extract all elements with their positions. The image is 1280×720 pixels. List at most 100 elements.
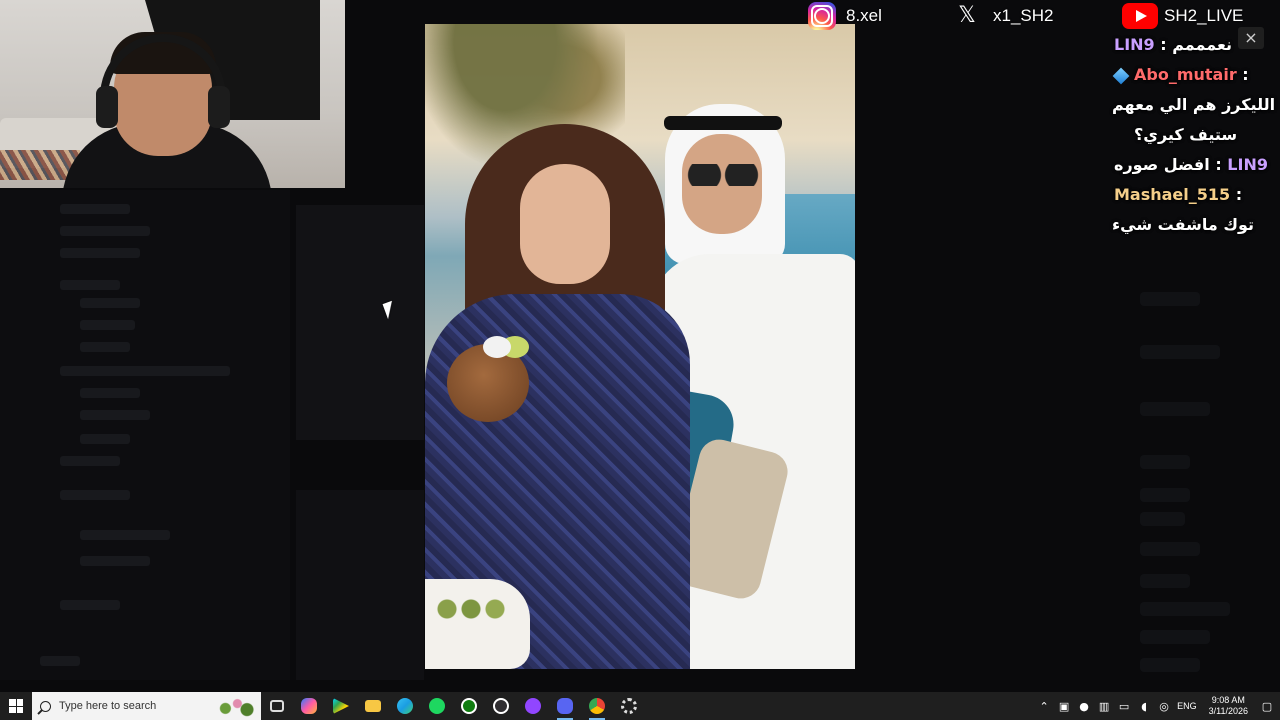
chrome-icon[interactable] [581, 692, 613, 720]
opened-photo[interactable] [425, 24, 855, 669]
battery-icon[interactable]: ▭ [1117, 700, 1131, 713]
chat-username: LIN9 [1227, 155, 1268, 174]
youtube-handle: SH2_LIVE [1164, 6, 1244, 25]
bg-channel-row [80, 388, 140, 398]
sunglasses-icon [686, 164, 760, 186]
discord-icon[interactable] [549, 692, 581, 720]
clock-date: 3/11/2026 [1208, 706, 1248, 716]
microphone-icon[interactable]: ● [1077, 700, 1091, 713]
play-store-icon[interactable] [325, 692, 357, 720]
bg-channel-row [60, 248, 140, 258]
bg-user-row [40, 656, 80, 666]
taskbar-search-box[interactable]: Type here to search [32, 692, 261, 720]
bg-member-row [1140, 512, 1185, 526]
instagram-handle: 8.xel [846, 6, 882, 25]
live-chat: LIN9 : نعمممم Abo_mutair : الليكرز هم ال… [1104, 30, 1280, 240]
bg-member-row [1140, 345, 1220, 359]
bg-channel-row [80, 556, 150, 566]
clock-time: 9:08 AM [1211, 695, 1245, 705]
settings-icon[interactable] [613, 692, 645, 720]
bg-channel-row [80, 434, 130, 444]
xbox-icon[interactable] [453, 692, 485, 720]
search-icon [40, 700, 51, 712]
search-placeholder: Type here to search [59, 700, 157, 712]
bg-member-row [1140, 542, 1200, 556]
chat-username: Abo_mutair [1134, 65, 1237, 84]
edge-icon[interactable] [389, 692, 421, 720]
chat-text: الليكرز هم الي معهم [1112, 95, 1276, 114]
bg-channel-row [60, 490, 130, 500]
task-view-icon[interactable] [261, 692, 293, 720]
bg-channel-row [80, 410, 150, 420]
search-highlight-icon [211, 694, 259, 718]
notifications-icon[interactable]: ▢ [1260, 700, 1274, 713]
sync-icon[interactable]: ◎ [1157, 700, 1171, 713]
usb-icon[interactable]: ▣ [1057, 700, 1071, 713]
bg-member-row [1140, 658, 1200, 672]
bg-member-row [1140, 488, 1190, 502]
chat-separator: : [1242, 65, 1249, 84]
bg-channel-row [60, 600, 120, 610]
chat-username: LIN9 [1114, 35, 1155, 54]
bg-channel-row [80, 530, 170, 540]
instagram-icon [808, 2, 836, 30]
taskbar-clock[interactable]: 9:08 AM 3/11/2026 [1203, 695, 1254, 717]
start-button[interactable] [0, 692, 32, 720]
bg-channel-row [80, 342, 130, 352]
background-sidebar [0, 190, 290, 680]
chat-username: Mashael_515 [1114, 185, 1231, 204]
bg-member-row [1140, 630, 1210, 644]
bg-member-row [1140, 402, 1210, 416]
bowl-shape [425, 579, 530, 669]
language-indicator[interactable]: ENG [1177, 701, 1197, 711]
background-image-preview [296, 205, 424, 440]
instagram-handle-overlay: 8.xel [808, 2, 882, 30]
olives-shape [435, 594, 515, 624]
x-logo-icon: 𝕏 [958, 3, 976, 28]
stream-screen: 8.xel 𝕏 x1_SH2 SH2_LIVE × LIN9 : نعمممم … [0, 0, 1280, 720]
file-explorer-icon[interactable] [357, 692, 389, 720]
chat-text: توك ماشفت شيء [1112, 215, 1255, 234]
chat-message: Mashael_515 : [1104, 180, 1280, 210]
bg-channel-row [80, 320, 135, 330]
bg-channel-row [60, 204, 130, 214]
flower-garnish-icon [483, 336, 511, 358]
bg-channel-row [80, 298, 140, 308]
network-icon[interactable]: ▥ [1097, 700, 1111, 713]
headset-earcup [208, 86, 230, 128]
bg-channel-row [60, 366, 230, 376]
cube-icon [1112, 67, 1130, 84]
twitch-icon[interactable] [517, 692, 549, 720]
bg-channel-row [60, 226, 150, 236]
chat-text: نعمممم [1172, 35, 1232, 54]
youtube-icon [1122, 3, 1158, 29]
chat-text: افضل صوره [1114, 155, 1210, 174]
chat-separator: : [1160, 35, 1167, 54]
x-handle-overlay: 𝕏 x1_SH2 [955, 2, 1053, 30]
spotify-icon[interactable] [421, 692, 453, 720]
chat-separator: : [1215, 155, 1222, 174]
volume-icon[interactable]: ◖ [1137, 700, 1151, 713]
headset-earcup [96, 86, 118, 128]
background-image-preview [296, 490, 424, 680]
bg-member-row [1140, 455, 1190, 469]
x-handle: x1_SH2 [993, 6, 1054, 25]
chat-text: ستيف كيري؟ [1134, 125, 1238, 144]
obs-icon[interactable] [485, 692, 517, 720]
youtube-handle-overlay: SH2_LIVE [1122, 2, 1243, 30]
system-tray: ⌃ ▣ ● ▥ ▭ ◖ ◎ ENG 9:08 AM 3/11/2026 ▢ [1037, 695, 1280, 717]
chat-message: LIN9 : نعمممم [1104, 30, 1280, 60]
windows-taskbar: Type here to search ⌃ ▣ ● ▥ ▭ ◖ ◎ ENG 9:… [0, 692, 1280, 720]
windows-logo-icon [9, 699, 23, 713]
bg-member-row [1140, 574, 1190, 588]
chat-separator: : [1235, 185, 1243, 204]
copilot-icon[interactable] [293, 692, 325, 720]
webcam-feed [0, 0, 345, 188]
chat-message: Abo_mutair : [1104, 60, 1280, 90]
bg-member-row [1140, 602, 1230, 616]
chevron-up-icon[interactable]: ⌃ [1037, 700, 1051, 713]
streamer-figure [62, 28, 272, 188]
woman-face [520, 164, 610, 284]
bg-channel-row [60, 280, 120, 290]
chat-message: افضل صوره : LIN9 [1104, 150, 1280, 180]
